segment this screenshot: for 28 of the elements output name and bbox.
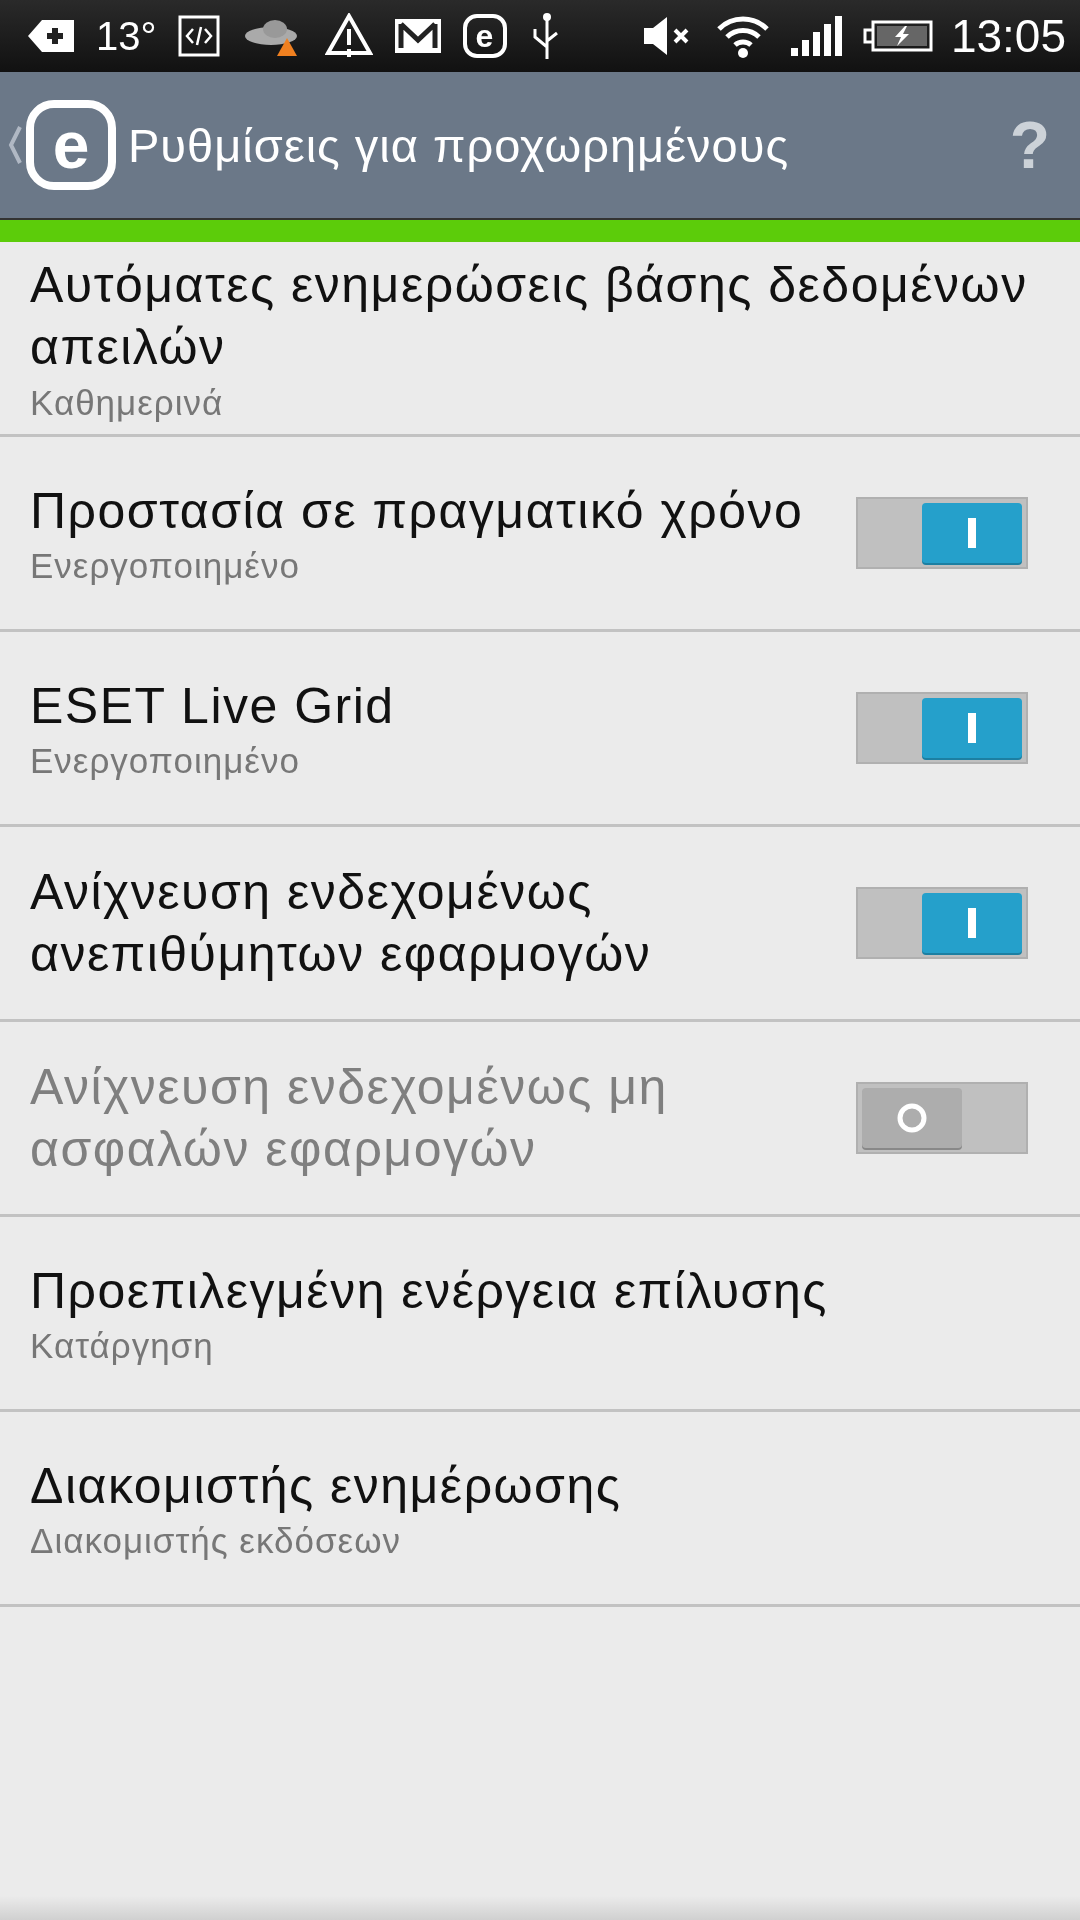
on-mark-icon <box>968 908 976 938</box>
setting-title[interactable]: Αυτόματες ενημερώσεις βάσης δεδομένων απειλών <box>30 253 1050 379</box>
on-mark-icon <box>968 713 976 743</box>
setting-value: Ενεργοποιημένο <box>30 741 301 782</box>
back-icon[interactable] <box>8 125 22 165</box>
warning-icon <box>324 13 373 59</box>
eset-logo[interactable]: e <box>26 100 116 190</box>
signal-icon <box>788 14 845 58</box>
off-mark-icon <box>896 1102 928 1134</box>
setting-title[interactable]: Προστασία σε πραγματικό χρόνο <box>30 479 840 543</box>
eset-icon: e <box>462 14 507 58</box>
setting-value: Καθημερινά <box>30 382 225 423</box>
setting-title[interactable]: Διακομιστής ενημέρωσης <box>30 1454 1050 1518</box>
setting-value: Ενεργοποιημένο <box>30 546 301 587</box>
setting-title[interactable]: ESET Live Grid <box>30 674 840 738</box>
on-mark-icon <box>968 518 976 548</box>
toggle-switch[interactable] <box>856 692 1028 764</box>
setting-title[interactable]: Προεπιλεγμένη ενέργεια επίλυσης <box>30 1259 1050 1323</box>
clock: 13:05 <box>950 9 1066 63</box>
toggle-switch[interactable] <box>856 497 1028 569</box>
mail-icon <box>392 16 443 56</box>
setting-value: Διακομιστής εκδόσεων <box>30 1521 402 1562</box>
setting-title[interactable]: Ανίχνευση ενδεχομένως ανεπιθύμητων εφαρμογών <box>30 860 840 986</box>
setting-value: Κατάργηση <box>30 1326 215 1367</box>
code-icon <box>176 14 221 58</box>
temperature: 13° <box>96 13 157 59</box>
screen-title: Ρυθμίσεις για προχωρημένους <box>128 117 791 173</box>
toggle-switch[interactable] <box>856 887 1028 959</box>
